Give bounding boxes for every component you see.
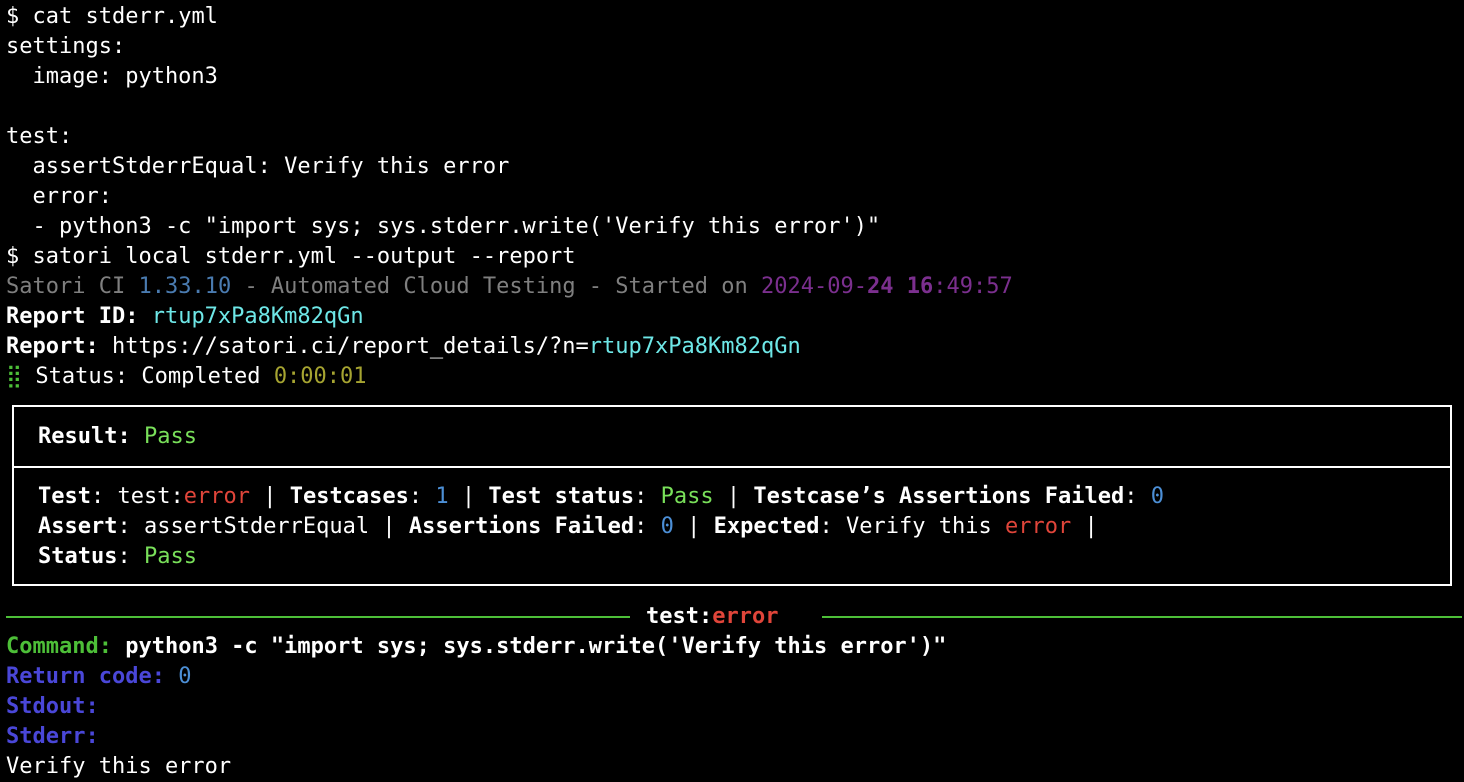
- time-separator: :: [933, 274, 947, 299]
- yaml-line: settings:: [6, 34, 126, 59]
- test-status-label: Test status: [488, 484, 635, 509]
- section-title-prefix: test:: [646, 604, 713, 629]
- testcases-value: 1: [435, 484, 449, 509]
- assert-value: assertStderrEqual: [143, 514, 370, 539]
- date-hour: 16: [906, 274, 934, 299]
- failed-value: 0: [660, 514, 674, 539]
- banner-tagline: - Automated Cloud Testing - Started on: [244, 274, 748, 299]
- report-id-label: Report ID:: [6, 304, 139, 329]
- stderr-line: Stderr:: [6, 722, 99, 752]
- result-row: Result: Pass: [38, 422, 197, 452]
- section-title-suffix: error: [712, 604, 779, 629]
- report-id-line: Report ID: rtup7xPa8Km82qGn: [6, 302, 364, 332]
- spinner-icon: ⣿: [6, 364, 23, 389]
- assertions-failed-value: 0: [1150, 484, 1164, 509]
- expected-suffix: error: [1005, 514, 1072, 539]
- return-code-label: Return code:: [6, 664, 165, 689]
- version-number: 1.33.10: [138, 274, 232, 299]
- stdout-label: Stdout:: [6, 694, 99, 719]
- result-table: Result: Pass Test: test:error | Testcase…: [12, 405, 1452, 586]
- command-text: cat stderr.yml: [32, 4, 218, 29]
- report-id-value[interactable]: rtup7xPa8Km82qGn: [152, 304, 364, 329]
- result-label: Result:: [38, 424, 131, 449]
- command-line-cat: $ cat stderr.yml: [6, 2, 218, 32]
- section-title: test:error: [646, 602, 778, 632]
- status-value: Completed: [141, 364, 261, 389]
- expected-prefix: Verify this: [846, 514, 992, 539]
- section-rule-right: [822, 616, 1462, 618]
- yaml-line: - python3 -c "import sys; sys.stderr.wri…: [6, 214, 881, 239]
- command-text: satori local stderr.yml --output --repor…: [32, 244, 576, 269]
- status-label: Status:: [35, 364, 129, 389]
- expected-label: Expected: [713, 514, 820, 539]
- result-value: Pass: [143, 424, 197, 449]
- date-prefix: 2024-09-: [761, 274, 867, 299]
- table-divider: [14, 466, 1450, 468]
- test-summary-row: Test: test:error | Testcases: 1 | Test s…: [38, 484, 1164, 509]
- command-label: Command:: [6, 634, 112, 659]
- elapsed-time: 0:00:01: [273, 364, 367, 389]
- return-code-value: 0: [178, 664, 192, 689]
- satori-banner: Satori CI 1.33.10 - Automated Cloud Test…: [6, 272, 1013, 302]
- status-line: ⣿ Status: Completed 0:00:01: [6, 362, 367, 392]
- report-url-link[interactable]: https://satori.ci/report_details/?n=rtup…: [112, 334, 801, 359]
- return-code-line: Return code: 0: [6, 662, 191, 692]
- prompt-symbol: $: [6, 4, 20, 29]
- assertions-failed-label: Testcase’s Assertions Failed: [753, 484, 1125, 509]
- stdout-line: Stdout:: [6, 692, 99, 722]
- command-detail-line: Command: python3 -c "import sys; sys.std…: [6, 632, 946, 662]
- stderr-label: Stderr:: [6, 724, 99, 749]
- assert-row: Assert: assertStderrEqual | Assertions F…: [38, 514, 1098, 539]
- yaml-line: assertStderrEqual: Verify this error: [6, 154, 510, 179]
- test-name-suffix: error: [183, 484, 250, 509]
- test-status-value: Pass: [660, 484, 714, 509]
- report-url-line: Report: https://satori.ci/report_details…: [6, 332, 801, 362]
- yaml-line: test:: [6, 124, 73, 149]
- assert-status-row: Status: Pass: [38, 544, 197, 569]
- yaml-line: error:: [6, 184, 112, 209]
- assert-status-label: Status: [38, 544, 118, 569]
- command-line-satori: $ satori local stderr.yml --output --rep…: [6, 242, 576, 272]
- yaml-line: image: python3: [6, 64, 218, 89]
- testcases-label: Testcases: [289, 484, 409, 509]
- section-rule-left: [6, 616, 630, 618]
- failed-label: Assertions Failed: [408, 514, 635, 539]
- assert-status-value: Pass: [143, 544, 197, 569]
- report-url-id: rtup7xPa8Km82qGn: [588, 334, 801, 359]
- assert-label: Assert: [38, 514, 118, 539]
- command-value: python3 -c "import sys; sys.stderr.write…: [125, 634, 947, 659]
- time-rest: 49:57: [946, 274, 1013, 299]
- report-url-base: https://satori.ci/report_details/?n=: [111, 334, 589, 359]
- test-label: Test: [38, 484, 91, 509]
- report-label: Report:: [6, 334, 99, 359]
- test-name-prefix: test:: [117, 484, 184, 509]
- product-name: Satori CI: [6, 274, 126, 299]
- prompt-symbol: $: [6, 244, 20, 269]
- stderr-output: Verify this error: [6, 754, 232, 779]
- date-day: 24: [866, 274, 894, 299]
